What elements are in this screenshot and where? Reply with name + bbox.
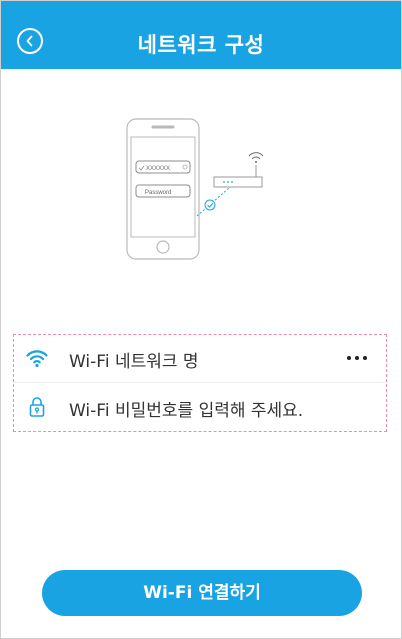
network-name-row[interactable]: Wi-Fi 네트워크 명 xyxy=(13,334,387,383)
connect-wifi-button[interactable]: Wi-Fi 연결하기 xyxy=(42,570,362,616)
password-input[interactable]: Wi-Fi 비밀번호를 입력해 주세요. xyxy=(69,396,303,421)
lock-icon xyxy=(25,395,49,419)
wifi-form: Wi-Fi 네트워크 명 Wi-Fi 비밀번호를 입력해 주세요. xyxy=(13,334,387,432)
page-title: 네트워크 구성 xyxy=(137,33,265,57)
screen: 네트워크 구성 XXXXXX Password Wi-Fi 네트워크 명 Wi-… xyxy=(0,0,402,639)
setup-illustration: XXXXXX Password xyxy=(111,111,281,271)
wifi-icon xyxy=(25,346,49,370)
more-icon[interactable] xyxy=(345,349,369,367)
app-header: 네트워크 구성 xyxy=(1,1,401,69)
illustration-password: Password xyxy=(145,190,171,196)
network-name-label: Wi-Fi 네트워크 명 xyxy=(69,352,199,372)
password-row[interactable]: Wi-Fi 비밀번호를 입력해 주세요. xyxy=(13,383,387,431)
illustration-ssid: XXXXXX xyxy=(146,166,170,172)
